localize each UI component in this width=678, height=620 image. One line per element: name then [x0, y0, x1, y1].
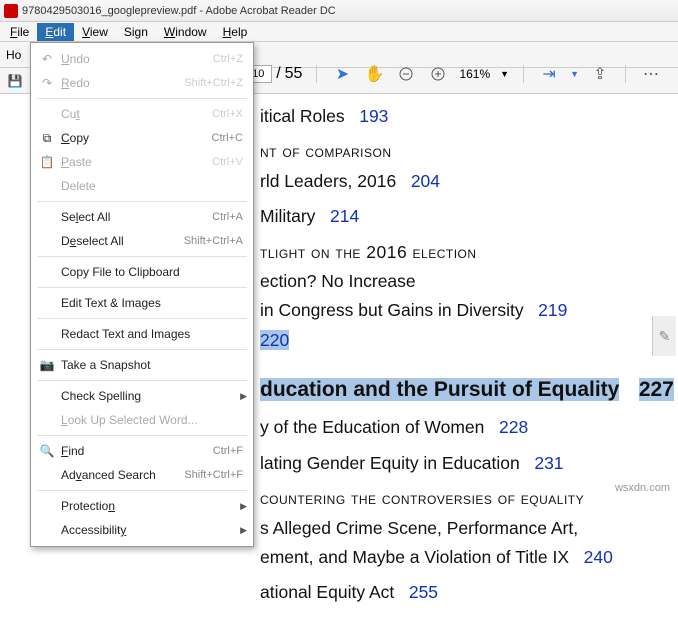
toc-line: Military 214: [260, 204, 654, 229]
menubar: File Edit View Sign Window Help: [0, 22, 678, 42]
undo-icon: ↶: [37, 52, 57, 66]
menu-separator: [37, 98, 247, 99]
edit-panel-toggle-icon[interactable]: ✎: [652, 316, 676, 356]
toc-line: ational Equity Act 255: [260, 580, 654, 605]
edit-menu-dropdown: ↶UndoCtrl+Z ↷RedoShift+Ctrl+Z CutCtrl+X …: [30, 42, 254, 547]
zoom-out-icon[interactable]: [395, 63, 417, 85]
menu-separator: [37, 256, 247, 257]
paste-icon: 📋: [37, 155, 57, 169]
menu-view[interactable]: View: [74, 23, 116, 41]
selected-text: ducation and the Pursuit of Equality: [260, 378, 619, 401]
menu-redact[interactable]: Redact Text and Images: [31, 322, 253, 346]
toc-line: ement, and Maybe a Violation of Title IX…: [260, 545, 654, 570]
page-total: 55: [285, 65, 303, 83]
share-icon[interactable]: ⇪: [589, 63, 611, 85]
redo-icon: ↷: [37, 76, 57, 90]
menu-paste: 📋PasteCtrl+V: [31, 150, 253, 174]
menu-cut: CutCtrl+X: [31, 102, 253, 126]
menu-separator: [37, 201, 247, 202]
menu-help[interactable]: Help: [215, 23, 256, 41]
menu-undo: ↶UndoCtrl+Z: [31, 47, 253, 71]
toc-line: ection? No Increase: [260, 269, 654, 294]
menu-separator: [37, 318, 247, 319]
toc-line: in Congress but Gains in Diversity 219: [260, 298, 654, 323]
menu-copy-file[interactable]: Copy File to Clipboard: [31, 260, 253, 284]
section-row: ducation and the Pursuit of Equality 227: [260, 375, 654, 405]
divider: [523, 65, 524, 83]
menu-separator: [37, 490, 247, 491]
copy-icon: ⧉: [37, 131, 57, 146]
fit-dropdown-icon[interactable]: ▼: [570, 69, 579, 79]
menu-separator: [37, 435, 247, 436]
watermark: wsxdn.com: [615, 482, 670, 494]
menu-file[interactable]: File: [2, 23, 37, 41]
menu-copy[interactable]: ⧉CopyCtrl+C: [31, 126, 253, 150]
toc-heading: tlight on the 2016 election: [260, 240, 654, 265]
menu-window[interactable]: Window: [156, 23, 215, 41]
menu-check-spelling[interactable]: Check Spelling▶: [31, 384, 253, 408]
selected-text: 220: [260, 330, 289, 350]
menu-redo: ↷RedoShift+Ctrl+Z: [31, 71, 253, 95]
menu-edit[interactable]: Edit: [37, 23, 74, 41]
toc-heading: countering the controversies of equality: [260, 486, 654, 511]
tab-home[interactable]: Ho: [6, 48, 21, 62]
zoom-in-icon[interactable]: [427, 63, 449, 85]
toc-heading: nt of comparison: [260, 139, 654, 164]
divider: [316, 65, 317, 83]
menu-sign[interactable]: Sign: [116, 23, 156, 41]
menu-separator: [37, 380, 247, 381]
menu-select-all[interactable]: Select AllCtrl+A: [31, 205, 253, 229]
pointer-tool-icon[interactable]: ➤: [331, 63, 353, 85]
fit-width-icon[interactable]: ⇥: [538, 63, 560, 85]
menu-find[interactable]: 🔍FindCtrl+F: [31, 439, 253, 463]
submenu-arrow-icon: ▶: [240, 391, 247, 402]
menu-lookup-word: Look Up Selected Word...: [31, 408, 253, 432]
toc-line: rld Leaders, 2016 204: [260, 169, 654, 194]
search-icon: 🔍: [37, 444, 57, 458]
more-icon[interactable]: ⋯: [640, 63, 662, 85]
selected-text: 227: [639, 378, 674, 401]
submenu-arrow-icon: ▶: [240, 501, 247, 512]
toc-line: y of the Education of Women 228: [260, 415, 654, 440]
toc-line: itical Roles 193: [260, 104, 654, 129]
app-logo-icon: [4, 4, 18, 18]
zoom-level[interactable]: 161%: [459, 67, 490, 81]
menu-separator: [37, 287, 247, 288]
menu-protection[interactable]: Protection▶: [31, 494, 253, 518]
toc-line: lating Gender Equity in Education 231: [260, 451, 654, 476]
menu-edit-text-images[interactable]: Edit Text & Images: [31, 291, 253, 315]
menu-deselect-all[interactable]: Deselect AllShift+Ctrl+A: [31, 229, 253, 253]
page-sep: /: [276, 65, 280, 83]
camera-icon: 📷: [37, 358, 57, 372]
window-title: 9780429503016_googlepreview.pdf - Adobe …: [22, 5, 336, 17]
toc-line: s Alleged Crime Scene, Performance Art,: [260, 516, 654, 541]
submenu-arrow-icon: ▶: [240, 525, 247, 536]
save-icon[interactable]: 💾: [6, 72, 24, 90]
menu-accessibility[interactable]: Accessibility▶: [31, 518, 253, 542]
hand-tool-icon[interactable]: ✋: [363, 63, 385, 85]
menu-snapshot[interactable]: 📷Take a Snapshot: [31, 353, 253, 377]
menu-separator: [37, 349, 247, 350]
menu-advanced-search[interactable]: Advanced SearchShift+Ctrl+F: [31, 463, 253, 487]
menu-delete: Delete: [31, 174, 253, 198]
window-titlebar: 9780429503016_googlepreview.pdf - Adobe …: [0, 0, 678, 22]
zoom-dropdown-icon[interactable]: ▼: [500, 69, 509, 79]
divider: [625, 65, 626, 83]
toc-line: 220: [260, 328, 654, 353]
